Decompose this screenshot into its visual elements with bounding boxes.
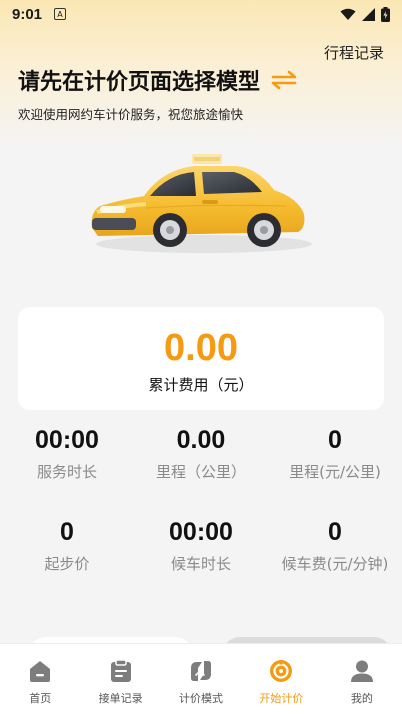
tab-start-pricing[interactable]: 开始计价 xyxy=(241,644,321,714)
tab-label: 首页 xyxy=(29,692,52,705)
tab-label: 计价模式 xyxy=(179,692,224,705)
swap-model-icon[interactable] xyxy=(270,70,298,90)
user-icon xyxy=(350,660,373,682)
stat-label: 候车时长 xyxy=(170,555,231,573)
tab-pricing-mode[interactable]: 计价模式 xyxy=(161,644,241,714)
home-icon xyxy=(30,661,51,682)
tab-home[interactable]: 首页 xyxy=(0,644,80,714)
bottom-tab-bar: 首页 接单记录 计价模式 开始计价 我的 xyxy=(0,643,402,714)
stat-rate-per-km: 0 里程(元/公里) xyxy=(268,420,402,512)
stat-value: 0 xyxy=(328,518,342,546)
tab-order-records[interactable]: 接单记录 xyxy=(80,644,160,714)
stat-label: 里程（公里） xyxy=(155,463,246,481)
stat-value: 0 xyxy=(328,426,342,454)
stat-value: 0 xyxy=(60,518,74,546)
stats-grid: 00:00 服务时长 0.00 里程（公里） 0 里程(元/公里) 0 起步价 … xyxy=(0,420,402,604)
page-subtitle: 欢迎使用网约车计价服务，祝您旅途愉快 xyxy=(18,107,244,122)
stat-base-fare: 0 起步价 xyxy=(0,512,134,604)
page-title: 请先在计价页面选择模型 xyxy=(18,70,261,95)
stat-label: 候车费(元/分钟) xyxy=(281,555,389,573)
fee-value: 0.00 xyxy=(164,327,238,369)
tab-profile[interactable]: 我的 xyxy=(322,644,402,714)
taxi-car-image xyxy=(91,154,312,253)
stat-distance: 0.00 里程（公里） xyxy=(134,420,268,512)
stat-service-duration: 00:00 服务时长 xyxy=(0,420,134,512)
start-icon xyxy=(270,660,293,682)
stat-value: 0.00 xyxy=(176,426,226,454)
battery-icon xyxy=(381,6,390,22)
stat-value: 00:00 xyxy=(169,518,233,546)
status-time: 9:01 xyxy=(12,5,43,23)
stats-row: 00:00 服务时长 0.00 里程（公里） 0 里程(元/公里) xyxy=(0,420,402,512)
stat-label: 服务时长 xyxy=(36,463,97,481)
stat-label: 里程(元/公里) xyxy=(289,463,381,481)
tab-label: 开始计价 xyxy=(259,692,304,705)
wifi-icon xyxy=(340,8,356,20)
status-bar: 9:01 A xyxy=(0,0,402,28)
fee-label: 累计费用（元） xyxy=(148,376,254,394)
fee-card: 0.00 累计费用（元） xyxy=(18,307,384,410)
stat-waiting-duration: 00:00 候车时长 xyxy=(134,512,268,604)
stat-label: 起步价 xyxy=(44,555,90,573)
stat-value: 00:00 xyxy=(35,426,99,454)
clipboard-icon xyxy=(110,659,131,682)
stat-waiting-rate: 0 候车费(元/分钟) xyxy=(268,512,402,604)
signal-icon xyxy=(362,7,375,21)
status-notification-badge: A xyxy=(54,8,67,20)
mode-icon xyxy=(191,661,212,681)
page-title-row: 请先在计价页面选择模型 xyxy=(18,64,298,96)
tab-label: 我的 xyxy=(350,692,373,705)
tab-label: 接单记录 xyxy=(98,692,143,705)
trip-records-link[interactable]: 行程记录 xyxy=(324,42,384,63)
stats-row: 0 起步价 00:00 候车时长 0 候车费(元/分钟) xyxy=(0,512,402,604)
